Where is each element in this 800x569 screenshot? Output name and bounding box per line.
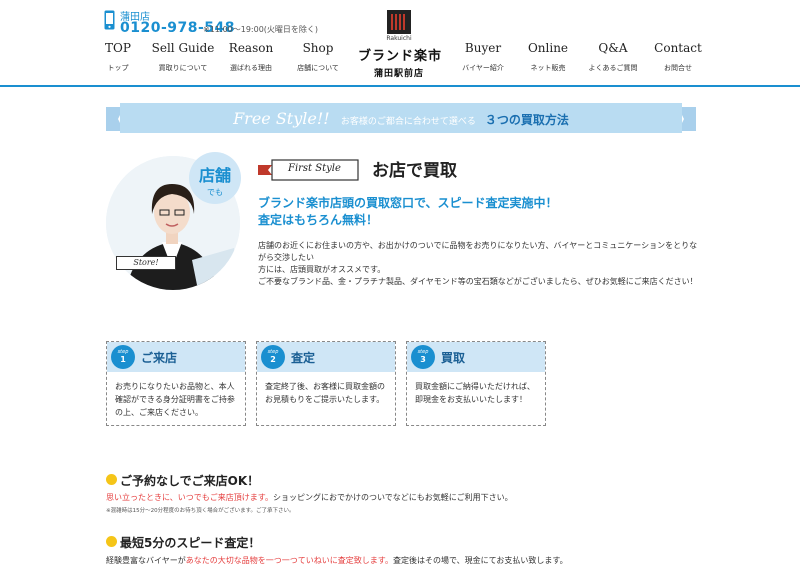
nav-sublabel: お問合せ [664, 64, 692, 72]
step-badge: step 3 [411, 345, 435, 369]
step-number: 2 [270, 355, 276, 364]
free-style-banner: Free Style!! お客様のご都合に合わせて選べる ３つの買取方法 [106, 101, 696, 135]
step-header: step 3 買取 [407, 342, 545, 372]
merit-body: 査定後はその場で、現金にてお支払い致します。 [392, 556, 568, 565]
merit-tab: メリット [106, 443, 168, 457]
logo-en: Rakuichi [386, 35, 412, 42]
step-description: 買取金額にご納得いただければ、即現金をお支払いいたします！ [415, 382, 535, 404]
merit-title: ご予約なしでご来店OK！ [120, 474, 260, 488]
nav-sublabel: 店舗について [297, 64, 339, 72]
step-badge: step 2 [261, 345, 285, 369]
description-line: ご不要なブランド品、金・プラチナ製品、ダイヤモンド等の宝石類などがございましたら… [258, 277, 698, 286]
flow-tab-label: ご利用の流れ [112, 315, 160, 324]
site-header: 蒲田店 0120-978-548 ※11:00～19:00(火曜日を除く) Ra… [0, 0, 800, 87]
banner-emphasis: ３つの買取方法 [484, 113, 569, 127]
bubble-sub-text: でも [207, 188, 223, 197]
flow-tab: ご利用の流れ [106, 313, 214, 327]
store-description: 店舗のお近くにお住まいの方や、お出かけのついでに品物をお売りになりたい方、バイヤ… [258, 240, 698, 288]
step-header: step 2 査定 [257, 342, 395, 372]
flow-step: step 3 買取 買取金額にご納得いただければ、即現金をお支払いいたします！ [406, 341, 546, 426]
lead-line: ブランド楽市店頭の買取窓口で、スピード査定実施中！ [258, 196, 558, 210]
nav-contact[interactable]: Contact お問合せ [638, 41, 718, 73]
step-title: ご来店 [141, 351, 178, 365]
step-header: step 1 ご来店 [107, 342, 245, 372]
merit-title: 最短5分のスピード査定！ [120, 536, 261, 550]
first-style-label: First Style [258, 157, 360, 183]
description-line: 店舗のお近くにお住まいの方や、お出かけのついでに品物をお売りになりたい方、バイヤ… [258, 241, 698, 262]
merit-pre: 経験豊富なバイヤーが [106, 556, 186, 565]
step-description: お売りになりたいお品物と、本人確認ができる身分証明書をご持参の上、ご来店ください… [115, 382, 235, 417]
logo-mark-icon [387, 10, 411, 34]
merit-tab-label: メリット [112, 445, 144, 454]
step-number: 3 [420, 355, 426, 364]
step-number: 1 [120, 355, 126, 364]
store-speech-bubble: 店舗 でも [189, 152, 241, 204]
header-divider [0, 85, 800, 87]
banner-subtitle: お客様のご都合に合わせて選べる [340, 117, 476, 127]
logo-brand-name: ブランド楽市 [358, 49, 443, 64]
step-badge: step 1 [111, 345, 135, 369]
first-style-text: First Style [288, 163, 341, 174]
step-title: 買取 [441, 351, 466, 365]
merit-highlight: 思い立ったときに、いつでもご来店頂けます。 [106, 493, 273, 502]
site-logo[interactable]: Rakuichi ブランド楽市 蒲田駅前店 [358, 10, 443, 80]
banner-title: Free Style!! [233, 109, 330, 128]
store-tag: Store! [116, 256, 176, 270]
merit-text: 思い立ったときに、いつでもご来店頂けます。ショッピングにおでかけのついでなどにも… [106, 492, 513, 503]
description-line: 方には、店頭買取がオススメです。 [258, 265, 386, 274]
merit-body: ショッピングにおでかけのついでなどにもお気軽にご利用下さい。 [272, 493, 513, 502]
nav-label: Shop [302, 41, 334, 55]
smiley-icon [106, 536, 117, 547]
flow-step: step 1 ご来店 お売りになりたいお品物と、本人確認ができる身分証明書をご持… [106, 341, 246, 426]
merit-highlight: あなたの大切な品物を一つ一つていねいに査定致します。 [185, 556, 393, 565]
smiley-icon [106, 474, 117, 485]
mobile-phone-icon [104, 10, 115, 30]
nav-label: Contact [654, 41, 702, 55]
merit-text: 経験豊富なバイヤーがあなたの大切な品物を一つ一つていねいに査定致します。査定後は… [106, 555, 568, 566]
bubble-main-text: 店舗 [198, 166, 231, 185]
step-title: 査定 [291, 351, 316, 365]
lead-line: 査定はもちろん無料！ [258, 213, 379, 227]
nav-shop[interactable]: Shop 店舗について [278, 41, 358, 73]
business-hours: ※11:00～19:00(火曜日を除く) [203, 25, 319, 34]
step-description: 査定終了後、お客様に買取金額のお見積もりをご提示いたします。 [265, 382, 385, 404]
store-lead: ブランド楽市店頭の買取窓口で、スピード査定実施中！ 査定はもちろん無料！ [258, 195, 558, 229]
merit-note: ※混雑時は15分～20分程度のお待ち頂く場合がございます。ご了承下さい。 [106, 508, 295, 514]
logo-store-name: 蒲田駅前店 [373, 69, 424, 79]
flow-step: step 2 査定 査定終了後、お客様に買取金額のお見積もりをご提示いたします。 [256, 341, 396, 426]
section-title: お店で買取 [372, 161, 457, 181]
